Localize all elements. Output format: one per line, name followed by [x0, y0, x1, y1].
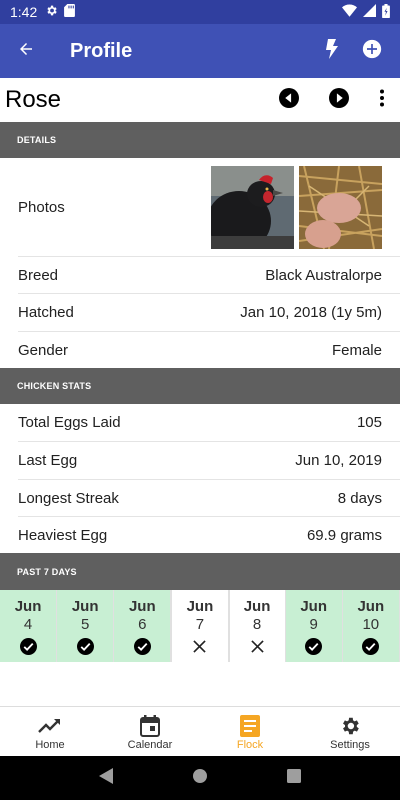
gender-value: Female: [331, 341, 382, 359]
sd-card-icon: [64, 4, 76, 20]
stat-row-total-eggs: Total Eggs Laid 105: [0, 404, 400, 441]
tab-settings-label: Settings: [330, 738, 370, 751]
check-circle-icon: [19, 637, 37, 655]
chicken-name: Rose: [5, 86, 62, 113]
day-number: 9: [309, 616, 318, 633]
tab-calendar[interactable]: Calendar: [100, 707, 200, 756]
document-icon: [240, 713, 260, 739]
section-header-details: DETAILS: [0, 122, 400, 158]
hatched-label: Hatched: [18, 304, 74, 321]
day-month: Jun: [300, 598, 328, 615]
status-time: 1:42: [10, 4, 38, 20]
photos-row: Photos: [0, 158, 400, 256]
breed-label: Breed: [18, 266, 59, 284]
last-egg-label: Last Egg: [18, 452, 78, 469]
day-cell[interactable]: Jun 10: [342, 590, 400, 662]
photos-label: Photos: [18, 198, 65, 216]
gear-icon: [45, 4, 58, 20]
day-cell[interactable]: Jun 5: [57, 590, 115, 662]
close-icon: [250, 637, 264, 655]
day-cell[interactable]: Jun 7: [171, 590, 229, 662]
system-home-button[interactable]: [192, 768, 208, 789]
longest-streak-value: 8 days: [337, 489, 382, 507]
detail-row-breed: Breed Black Australorpe: [0, 257, 400, 293]
total-eggs-label: Total Eggs Laid: [18, 414, 121, 431]
detail-row-gender: Gender Female: [0, 332, 400, 368]
total-eggs-value: 105: [356, 414, 382, 431]
system-back-button[interactable]: [99, 767, 114, 789]
more-options-button[interactable]: [364, 78, 400, 122]
chicken-name-row: Rose: [0, 78, 400, 122]
add-circle-icon: [362, 39, 382, 64]
flash-icon: [326, 38, 338, 64]
day-month: Jun: [128, 598, 156, 615]
next-chicken-button[interactable]: [314, 78, 364, 122]
status-bar: 1:42: [0, 0, 400, 24]
add-button[interactable]: [352, 24, 392, 78]
bottom-navigation: Home Calendar Flock Settings: [0, 706, 400, 756]
next-circle-icon: [329, 87, 349, 113]
day-number: 8: [252, 616, 262, 633]
day-month: Jun: [243, 598, 271, 615]
system-recents-button[interactable]: [286, 768, 301, 788]
tab-flock-label: Flock: [236, 738, 264, 751]
section-header-chicken-stats: CHICKEN STATS: [0, 368, 400, 404]
calendar-icon: [140, 713, 160, 739]
back-button[interactable]: [0, 24, 52, 78]
check-circle-icon: [305, 637, 323, 655]
tab-settings[interactable]: Settings: [300, 707, 400, 756]
stat-row-heaviest-egg: Heaviest Egg 69.9 grams: [0, 517, 400, 553]
screen: 1:42 Profile Rose DETAILS Photos Breed B…: [0, 0, 400, 800]
day-number: 6: [138, 616, 147, 633]
gender-label: Gender: [18, 341, 69, 359]
signal-icon: [363, 4, 376, 20]
chicken-photo[interactable]: [211, 165, 294, 249]
close-icon: [193, 637, 207, 655]
last-egg-value: Jun 10, 2019: [295, 452, 382, 469]
day-month: Jun: [357, 598, 385, 615]
check-circle-icon: [76, 637, 94, 655]
day-cell[interactable]: Jun 8: [228, 590, 286, 662]
heaviest-egg-label: Heaviest Egg: [18, 526, 108, 544]
hatched-value: Jan 10, 2018 (1y 5m): [240, 304, 382, 321]
check-circle-icon: [362, 637, 380, 655]
section-header-past-7-days: PAST 7 DAYS: [0, 553, 400, 590]
egg-photo[interactable]: [299, 165, 382, 249]
tab-home[interactable]: Home: [0, 707, 100, 756]
heaviest-egg-value: 69.9 grams: [306, 526, 382, 544]
longest-streak-label: Longest Streak: [18, 489, 119, 507]
previous-circle-icon: [279, 87, 299, 113]
day-number: 4: [23, 616, 33, 633]
app-bar: Profile: [0, 24, 400, 78]
day-number: 5: [81, 616, 90, 633]
page-title: Profile: [70, 39, 133, 62]
day-number: 7: [195, 616, 205, 633]
tab-calendar-label: Calendar: [127, 738, 173, 751]
day-month: Jun: [71, 598, 99, 615]
gear-icon: [339, 713, 361, 739]
day-cell[interactable]: Jun 9: [285, 590, 343, 662]
wifi-icon: [342, 4, 357, 20]
day-month: Jun: [186, 598, 214, 615]
breed-value: Black Australorpe: [265, 266, 382, 284]
tab-home-label: Home: [35, 738, 65, 751]
trending-up-icon: [38, 713, 62, 739]
detail-row-hatched: Hatched Jan 10, 2018 (1y 5m): [0, 294, 400, 331]
flash-button[interactable]: [312, 24, 352, 78]
day-number: 10: [362, 616, 380, 633]
tab-flock[interactable]: Flock: [200, 707, 300, 756]
stat-row-last-egg: Last Egg Jun 10, 2019: [0, 442, 400, 479]
system-navigation-bar: [0, 756, 400, 800]
back-arrow-icon: [17, 40, 35, 63]
previous-chicken-button[interactable]: [264, 78, 314, 122]
day-cell[interactable]: Jun 6: [114, 590, 172, 662]
day-month: Jun: [14, 598, 42, 615]
day-cell[interactable]: Jun 4: [0, 590, 58, 662]
stat-row-longest-streak: Longest Streak 8 days: [0, 480, 400, 516]
battery-icon: [382, 3, 390, 21]
past-7-days-strip: Jun 4 Jun 5 Jun 6 Jun 7 Jun 8 Jun 9 Jun 10: [0, 590, 400, 662]
more-vert-icon: [379, 89, 385, 112]
check-circle-icon: [133, 637, 151, 655]
